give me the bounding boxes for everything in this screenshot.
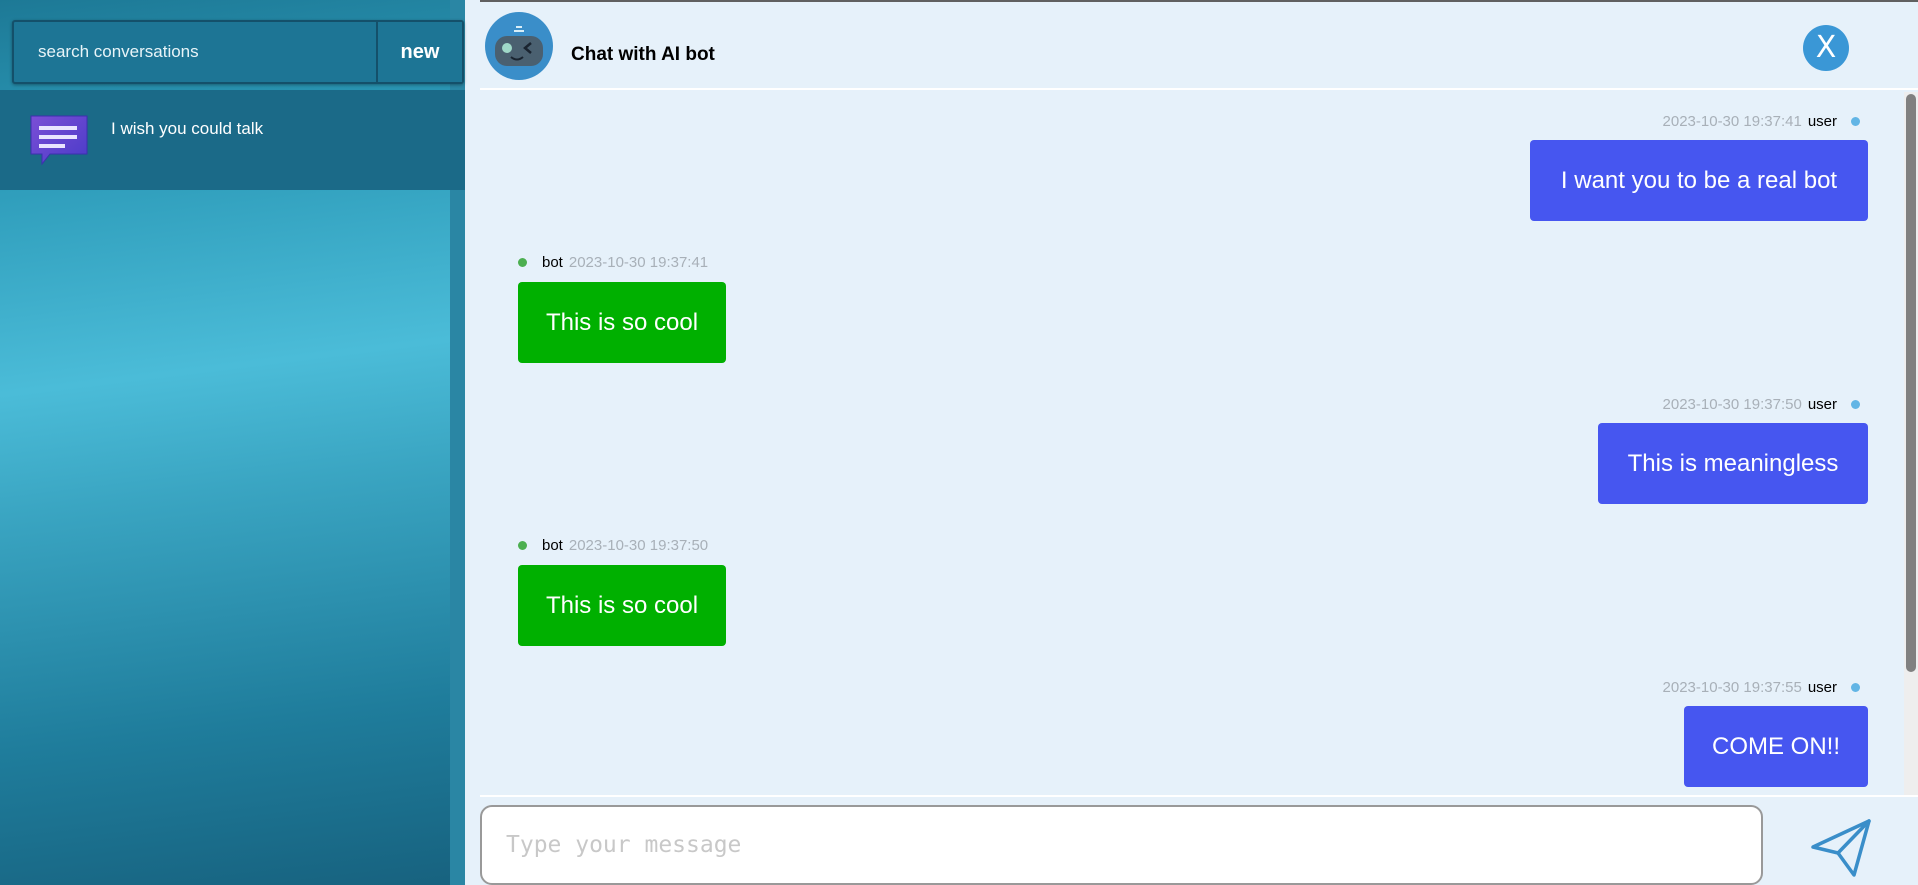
message-sender: user — [1807, 396, 1837, 413]
message-sender: user — [1807, 679, 1837, 696]
message-list: 2023-10-30 19:37:41 user I want you to b… — [480, 92, 1904, 795]
user-status-dot — [1851, 683, 1860, 692]
message-timestamp: 2023-10-30 19:37:50 — [568, 537, 709, 554]
message-timestamp: 2023-10-30 19:37:41 — [1662, 113, 1802, 130]
message-bubble-user: I want you to be a real bot — [1530, 140, 1868, 221]
conversation-sidebar: new I wish you could talk — [0, 0, 465, 885]
conversation-item[interactable]: I wish you could talk — [0, 90, 465, 190]
message-meta: bot 2023-10-30 19:37:41 — [518, 254, 708, 271]
message-timestamp: 2023-10-30 19:37:50 — [1662, 396, 1802, 413]
message-bubble-bot: This is so cool — [518, 282, 726, 363]
chat-header: Chat with AI bot X — [480, 0, 1918, 90]
search-bar: new — [12, 20, 464, 84]
message-input[interactable] — [480, 805, 1763, 885]
message-sender: bot — [542, 537, 563, 554]
new-conversation-button[interactable]: new — [378, 22, 462, 82]
message-bubble-user: COME ON!! — [1684, 706, 1868, 787]
bot-status-dot — [518, 541, 527, 550]
close-button[interactable]: X — [1803, 25, 1849, 71]
conversation-title: I wish you could talk — [111, 119, 264, 138]
message-meta: bot 2023-10-30 19:37:50 — [518, 537, 708, 554]
message-timestamp: 2023-10-30 19:37:55 — [1662, 679, 1802, 696]
message-user: 2023-10-30 19:37:41 user — [1663, 113, 1860, 130]
message-composer — [480, 795, 1918, 885]
message-sender: user — [1807, 113, 1837, 130]
message-user: 2023-10-30 19:37:55 user — [1663, 679, 1860, 696]
user-status-dot — [1851, 117, 1860, 126]
scrollbar-thumb[interactable] — [1906, 94, 1916, 672]
message-bot: bot 2023-10-30 19:37:41 — [518, 254, 708, 271]
message-user: 2023-10-30 19:37:50 user — [1663, 396, 1860, 413]
search-input[interactable] — [14, 22, 378, 82]
message-sender: bot — [542, 254, 563, 271]
send-icon[interactable] — [1810, 817, 1872, 879]
message-bubble-bot: This is so cool — [518, 565, 726, 646]
message-meta: 2023-10-30 19:37:41 user — [1663, 113, 1860, 130]
message-bubble-user: This is meaningless — [1598, 423, 1868, 504]
chat-title: Chat with AI bot — [571, 44, 715, 65]
message-bot: bot 2023-10-30 19:37:50 — [518, 537, 708, 554]
message-timestamp: 2023-10-30 19:37:41 — [568, 254, 709, 271]
bot-status-dot — [518, 258, 527, 267]
robot-avatar-icon — [485, 12, 553, 80]
message-meta: 2023-10-30 19:37:50 user — [1663, 396, 1860, 413]
message-meta: 2023-10-30 19:37:55 user — [1663, 679, 1860, 696]
user-status-dot — [1851, 400, 1860, 409]
chat-bubble-icon — [28, 112, 90, 170]
